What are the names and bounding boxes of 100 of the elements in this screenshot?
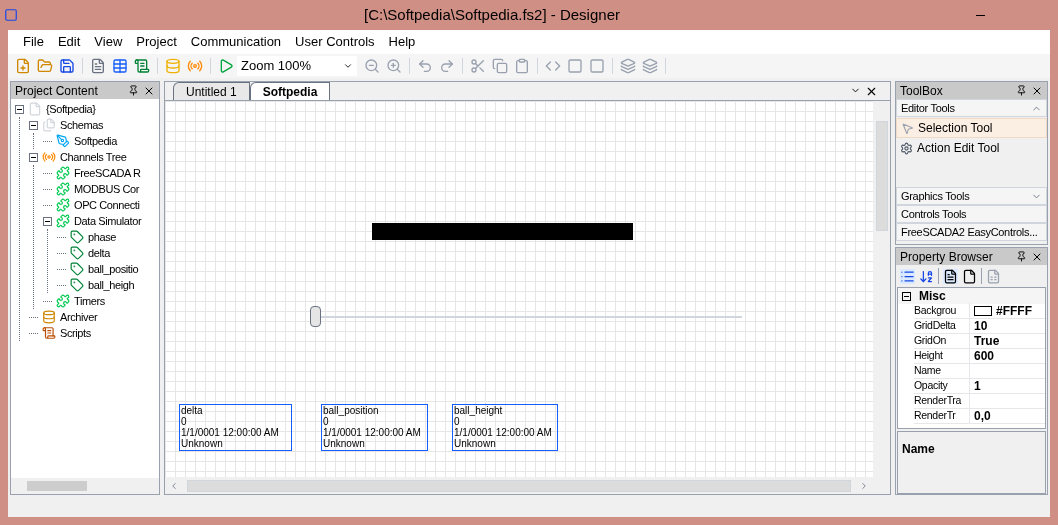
folder-icon[interactable] [37, 58, 53, 74]
pin-icon[interactable] [128, 85, 139, 96]
tree-item[interactable]: Archiver [60, 308, 98, 326]
collapse-toggle[interactable] [902, 291, 911, 301]
categorized-icon[interactable] [900, 268, 915, 284]
save-icon[interactable] [59, 58, 75, 74]
tree-item[interactable]: OPC Connecti [74, 196, 140, 214]
menu-item[interactable]: Edit [50, 32, 88, 52]
property-value[interactable]: 0,0 [974, 407, 991, 425]
property-value[interactable]: 1 [974, 377, 981, 395]
antenna-icon[interactable] [187, 58, 203, 74]
table-icon[interactable] [112, 58, 128, 74]
channel-status: Unknown [323, 438, 366, 449]
property-value[interactable]: #FFFF [996, 302, 1032, 320]
property-name: Height [914, 348, 970, 364]
pointer-icon [901, 121, 914, 135]
pin-icon[interactable] [1016, 85, 1027, 96]
menu-item[interactable]: File [16, 32, 51, 52]
window-title: [C:\Softpedia\Softpedia.fs2] - Designer [363, 4, 621, 25]
tool-item[interactable]: Selection Tool [896, 118, 1047, 138]
code-icon[interactable] [545, 58, 561, 74]
channel-status: Unknown [181, 438, 224, 449]
zoom-in-icon[interactable] [386, 58, 402, 74]
collapse-toggle[interactable] [43, 216, 52, 226]
bring-front-icon[interactable] [620, 58, 636, 74]
property-value[interactable]: 10 [974, 317, 988, 335]
property-value[interactable]: 600 [974, 347, 995, 365]
menu-item[interactable]: User Controls [288, 32, 382, 52]
tool-group-header[interactable]: FreeSCADA2 EasyControls... [896, 223, 1047, 241]
horizontal-scrollbar[interactable] [11, 478, 159, 494]
properties-icon[interactable] [943, 268, 958, 284]
document-tab[interactable]: Softpedia [249, 82, 331, 100]
paste-icon[interactable] [514, 58, 530, 74]
database-icon[interactable] [165, 58, 181, 74]
tree-item[interactable]: FreeSCADA R [74, 164, 141, 182]
tree-item[interactable]: Softpedia [74, 132, 117, 150]
pages-icon[interactable] [986, 268, 1001, 284]
sort-icon[interactable] [919, 268, 934, 284]
document-tab[interactable]: Untitled 1 [173, 82, 250, 100]
zoom-dropdown[interactable]: Zoom 100% [237, 56, 357, 76]
close-icon[interactable] [865, 85, 878, 98]
collapse-toggle[interactable] [29, 152, 38, 162]
tag-icon [70, 262, 84, 276]
undo-icon[interactable] [417, 58, 433, 74]
property-name: RenderTr [914, 408, 970, 424]
channel-name: ball_height [454, 405, 504, 416]
send-back-icon[interactable] [642, 58, 658, 74]
tool-group-header[interactable]: Graphics Tools [896, 187, 1047, 205]
tree-item[interactable]: Timers [74, 292, 105, 310]
property-name: Name [914, 363, 970, 379]
panel-title: ToolBox [900, 82, 944, 100]
tree-item[interactable]: MODBUS Cor [74, 180, 140, 198]
tree-item[interactable]: {Softpedia} [46, 100, 96, 118]
panel-title: Property Browser [900, 248, 994, 266]
channel-label[interactable]: ball_position 0 1/1/0001 12:00:00 AM Unknown [321, 404, 428, 451]
tool-group-header[interactable]: Controls Tools [896, 205, 1047, 223]
page-plus-icon[interactable] [90, 58, 106, 74]
tree-item[interactable]: Data Simulator [74, 212, 142, 230]
tree-item[interactable]: Scripts [60, 324, 91, 342]
tree-item[interactable]: Channels Tree [60, 148, 127, 166]
cut-icon[interactable] [470, 58, 486, 74]
menu-item[interactable]: View [87, 32, 130, 52]
channel-label[interactable]: ball_height 0 1/1/0001 12:00:00 AM Unknown [452, 404, 558, 451]
tool-group-header[interactable]: Editor Tools [896, 99, 1047, 117]
channel-name: ball_position [323, 405, 380, 416]
new-file-icon[interactable] [15, 58, 31, 74]
scroll-icon[interactable] [134, 58, 150, 74]
tree-item[interactable]: phase [88, 228, 116, 246]
slider-thumb[interactable] [310, 306, 321, 327]
tree-item[interactable]: ball_positio [88, 260, 139, 278]
scroll-icon [42, 326, 56, 340]
redo-icon[interactable] [439, 58, 455, 74]
pin-icon[interactable] [1016, 251, 1027, 262]
gear-icon [900, 141, 913, 155]
channel-label[interactable]: delta 0 1/1/0001 12:00:00 AM Unknown [179, 404, 292, 451]
copy-icon[interactable] [492, 58, 508, 74]
property-name: RenderTra [914, 393, 970, 409]
scroll-left-icon[interactable] [169, 480, 179, 491]
tree-item[interactable]: delta [88, 244, 110, 262]
puzzle-icon [56, 166, 70, 180]
zoom-out-icon[interactable] [364, 58, 380, 74]
tree-item[interactable]: Schemas [60, 116, 104, 134]
menu-item[interactable]: Communication [183, 32, 289, 52]
tool-item[interactable]: Action Edit Tool [896, 138, 1047, 158]
menu-item[interactable]: Project [129, 32, 184, 52]
antenna-icon [42, 150, 56, 164]
slider-track[interactable] [310, 306, 742, 327]
tree-item[interactable]: ball_heigh [88, 276, 135, 294]
play-icon[interactable] [218, 58, 234, 74]
property-name: Opacity [914, 378, 970, 394]
channel-status: Unknown [454, 438, 497, 449]
horizontal-scrollbar[interactable] [165, 477, 873, 494]
events-icon[interactable] [962, 268, 977, 284]
collapse-toggle[interactable] [15, 104, 24, 114]
menu-item[interactable]: Help [381, 32, 423, 52]
property-value[interactable]: True [974, 332, 1000, 350]
channel-timestamp: 1/1/0001 12:00:00 AM [454, 427, 553, 438]
collapse-toggle[interactable] [29, 120, 38, 130]
pages-icon [42, 118, 56, 132]
scroll-right-icon[interactable] [859, 480, 869, 491]
